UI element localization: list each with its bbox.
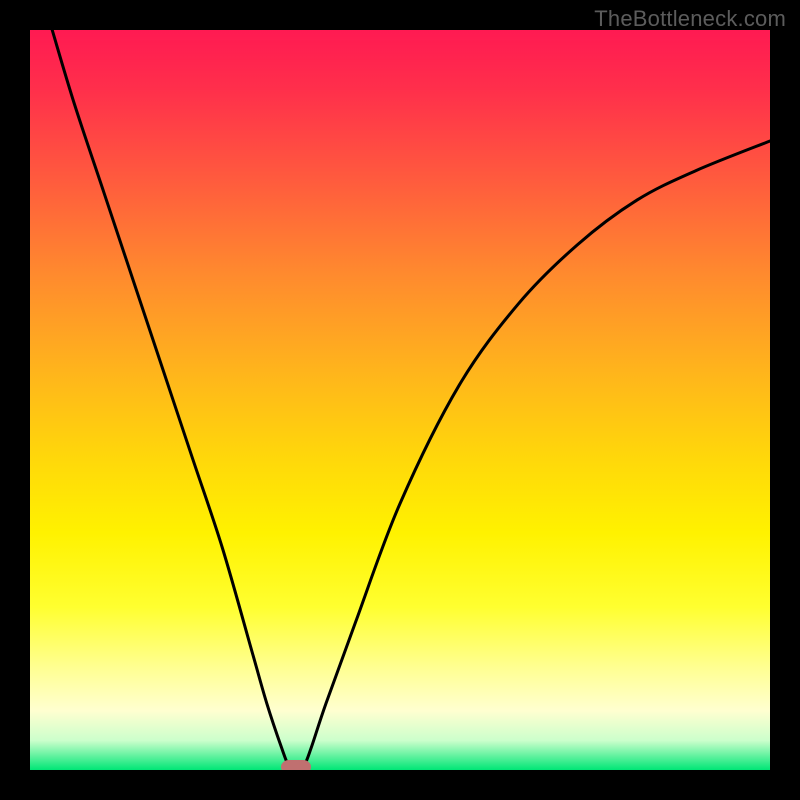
bottleneck-curve	[30, 30, 770, 770]
chart-frame: TheBottleneck.com	[0, 0, 800, 800]
plot-area	[30, 30, 770, 770]
watermark-text: TheBottleneck.com	[594, 6, 786, 32]
minimum-marker	[281, 760, 311, 770]
